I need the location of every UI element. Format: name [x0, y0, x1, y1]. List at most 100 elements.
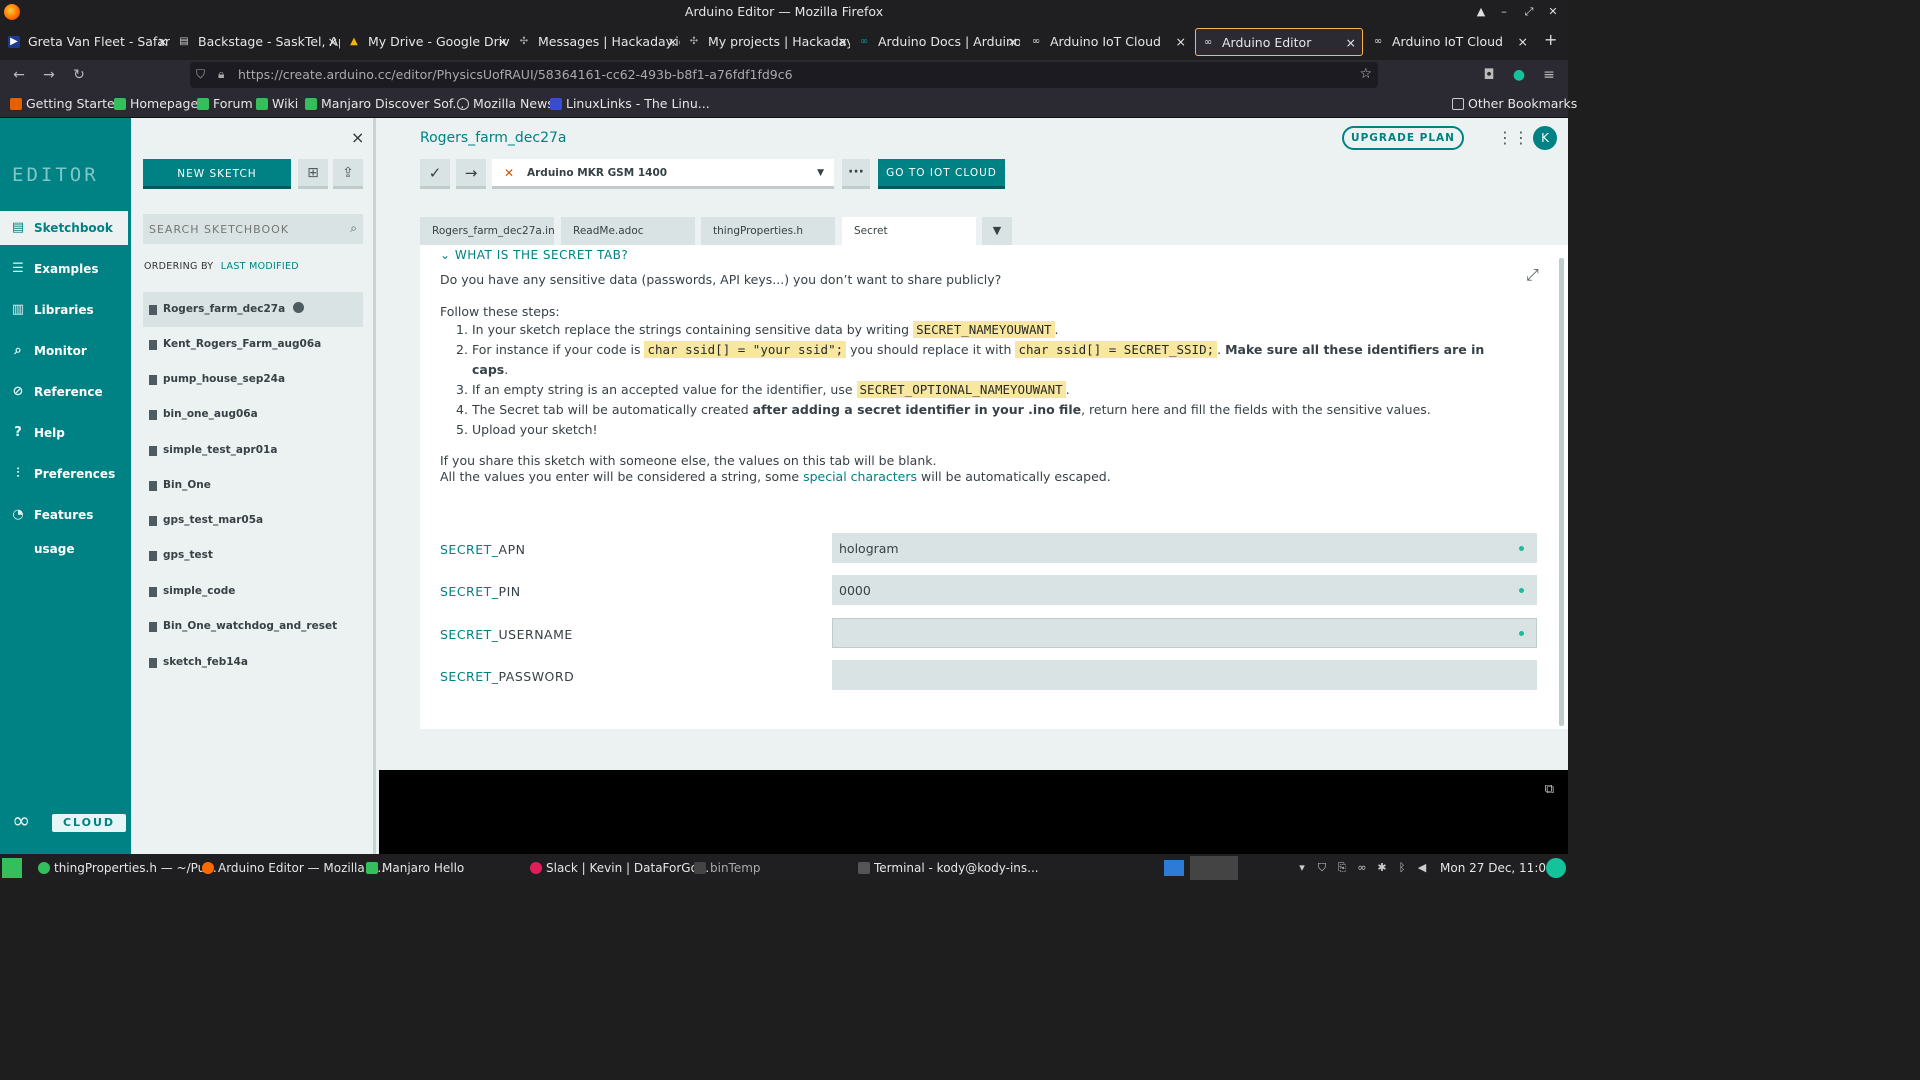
- nav-sketchbook[interactable]: ▤ Sketchbook: [0, 211, 128, 245]
- file-tab[interactable]: ReadMe.adoc: [561, 217, 695, 245]
- tab-menu-icon[interactable]: ▼: [982, 217, 1012, 245]
- nav-monitor[interactable]: ⌕ Monitor: [0, 334, 131, 368]
- window-up-icon[interactable]: ▲: [1470, 0, 1492, 24]
- new-tab-icon[interactable]: +: [1544, 30, 1557, 49]
- nav-examples[interactable]: ☰ Examples: [0, 252, 131, 286]
- apps-grid-icon[interactable]: ⋮⋮: [1497, 130, 1529, 146]
- manjaro-menu-icon[interactable]: [2, 858, 22, 878]
- browser-tab[interactable]: ▶ Greta Van Fleet - Safari S ×: [2, 28, 170, 56]
- browser-tab-active[interactable]: ∞ Arduino Editor ×: [1195, 28, 1363, 56]
- taskbar-item[interactable]: Manjaro Hello: [364, 854, 464, 882]
- maximize-icon[interactable]: ⤢: [1518, 0, 1540, 24]
- search-icon[interactable]: ⌕: [350, 221, 357, 236]
- scrollbar[interactable]: [1559, 258, 1564, 726]
- taskbar-item[interactable]: Terminal - kody@kody-ins...: [856, 854, 1039, 882]
- bookmark-item[interactable]: Manjaro Discover Sof...: [305, 90, 464, 118]
- browser-tab[interactable]: ▤ Backstage - SaskTel, App ×: [172, 28, 340, 56]
- bookmark-item[interactable]: Forum: [197, 90, 253, 118]
- browser-tab[interactable]: ▲ My Drive - Google Drive ×: [342, 28, 510, 56]
- close-tab-icon[interactable]: ×: [1176, 28, 1186, 56]
- upload-button[interactable]: →: [456, 159, 486, 189]
- browser-tab[interactable]: ✣ Messages | Hackaday.io ×: [512, 28, 680, 56]
- sketch-item[interactable]: simple_code: [143, 574, 363, 609]
- file-tab-secret[interactable]: Secret: [842, 217, 976, 248]
- file-manager-icon[interactable]: [1164, 860, 1184, 876]
- file-tab[interactable]: Rogers_farm_dec27a.ino: [420, 217, 554, 245]
- browser-tab[interactable]: ∞ Arduino IoT Cloud ×: [1024, 28, 1192, 56]
- arduino-tray-icon[interactable]: ∞: [1356, 862, 1368, 874]
- sketch-item[interactable]: Bin_One: [143, 468, 363, 503]
- close-tab-icon[interactable]: ×: [668, 28, 678, 56]
- other-bookmarks[interactable]: Other Bookmarks: [1452, 90, 1577, 118]
- secret-username-input[interactable]: [832, 618, 1537, 648]
- volume-icon[interactable]: ◀: [1416, 862, 1428, 874]
- clip-icon[interactable]: ⎘: [1336, 862, 1348, 874]
- url-bar[interactable]: ⛉ 🔒︎ https://create.arduino.cc/editor/Ph…: [190, 62, 1378, 88]
- sketch-item[interactable]: pump_house_sep24a: [143, 362, 363, 397]
- secret-apn-input[interactable]: [832, 533, 1537, 563]
- sketch-item[interactable]: gps_test_mar05a: [143, 503, 363, 538]
- secret-info-toggle[interactable]: ⌄ WHAT IS THE SECRET TAB?: [440, 248, 628, 262]
- browser-tab[interactable]: ∞ Arduino IoT Cloud ×: [1366, 28, 1534, 56]
- sketch-title[interactable]: Rogers_farm_dec27a: [420, 130, 566, 146]
- reload-icon[interactable]: ↻: [70, 66, 88, 84]
- close-tab-icon[interactable]: ×: [1346, 29, 1356, 55]
- nav-features-usage[interactable]: ◔ Features usage: [0, 498, 131, 556]
- nav-help[interactable]: ? Help: [0, 416, 131, 450]
- sketch-item[interactable]: simple_test_apr01a: [143, 433, 363, 468]
- bookmark-item[interactable]: LinuxLinks - The Linu...: [550, 90, 710, 118]
- taskbar-item[interactable]: binTemp: [692, 854, 761, 882]
- shield-icon[interactable]: ⛉: [196, 67, 205, 82]
- board-selector[interactable]: ✕ Arduino MKR GSM 1400 ▼: [492, 159, 834, 189]
- close-tab-icon[interactable]: ×: [1008, 28, 1018, 56]
- verify-button[interactable]: ✓: [420, 159, 450, 189]
- taskbar-item[interactable]: thingProperties.h — ~/Pu...: [36, 854, 217, 882]
- special-characters-link[interactable]: special characters: [803, 469, 917, 484]
- browser-tab[interactable]: ✣ My projects | Hackaday ×: [682, 28, 850, 56]
- more-options-icon[interactable]: ···: [842, 159, 870, 189]
- grammarly-icon[interactable]: ●: [1510, 66, 1528, 84]
- lock-icon[interactable]: 🔒︎: [218, 67, 224, 82]
- close-panel-icon[interactable]: ×: [351, 128, 364, 147]
- upgrade-plan-button[interactable]: UPGRADE PLAN: [1342, 126, 1464, 150]
- avatar[interactable]: K: [1533, 126, 1557, 150]
- network-icon[interactable]: ▾: [1296, 862, 1308, 874]
- nav-preferences[interactable]: ⫶ Preferences: [0, 457, 131, 491]
- sketch-item[interactable]: sketch_feb14a: [143, 645, 363, 680]
- new-sketch-button[interactable]: NEW SKETCH: [143, 159, 291, 189]
- new-folder-icon[interactable]: ⊞: [298, 159, 328, 189]
- bookmark-item[interactable]: Homepage: [114, 90, 198, 118]
- nav-libraries[interactable]: ▥ Libraries: [0, 293, 131, 327]
- sketch-item[interactable]: gps_test: [143, 538, 363, 573]
- copy-icon[interactable]: ⧉: [1545, 782, 1554, 797]
- file-tab[interactable]: thingProperties.h: [701, 217, 835, 245]
- close-window-icon[interactable]: ✕: [1542, 0, 1564, 24]
- forward-icon[interactable]: →: [40, 66, 58, 84]
- bluetooth-icon[interactable]: ᛒ: [1396, 862, 1408, 874]
- back-icon[interactable]: ←: [10, 66, 28, 84]
- sketch-item[interactable]: Bin_One_watchdog_and_reset: [143, 609, 363, 644]
- bookmark-item[interactable]: Getting Started: [10, 90, 123, 118]
- secret-pin-input[interactable]: [832, 575, 1537, 605]
- taskbar-item[interactable]: Slack | Kevin | DataForGo...: [528, 854, 709, 882]
- slack-tray-icon[interactable]: ✱: [1376, 862, 1388, 874]
- sketch-item[interactable]: bin_one_aug06a: [143, 397, 363, 432]
- close-tab-icon[interactable]: ×: [158, 28, 168, 56]
- secret-password-input[interactable]: [832, 660, 1537, 690]
- pocket-icon[interactable]: ◘: [1480, 66, 1498, 84]
- taskbar-item-active[interactable]: Arduino Editor — Mozilla F...: [200, 854, 385, 882]
- ordering-value[interactable]: LAST MODIFIED: [221, 261, 299, 272]
- clock[interactable]: Mon 27 Dec, 11:04: [1440, 854, 1554, 882]
- import-upload-icon[interactable]: ⇪: [333, 159, 363, 189]
- search-input[interactable]: [143, 214, 333, 244]
- url-text[interactable]: https://create.arduino.cc/editor/Physics…: [238, 62, 793, 88]
- sketch-options-icon[interactable]: [293, 302, 305, 313]
- close-tab-icon[interactable]: ×: [838, 28, 848, 56]
- menu-icon[interactable]: ≡: [1540, 66, 1558, 84]
- close-tab-icon[interactable]: ×: [1518, 28, 1528, 56]
- firefox-taskbar-icon[interactable]: [1190, 856, 1238, 880]
- minimize-icon[interactable]: –: [1493, 0, 1515, 24]
- bookmark-item[interactable]: Wiki: [256, 90, 298, 118]
- bookmark-star-icon[interactable]: ☆: [1359, 66, 1372, 82]
- browser-tab[interactable]: ∞ Arduino Docs | Arduino ×: [852, 28, 1020, 56]
